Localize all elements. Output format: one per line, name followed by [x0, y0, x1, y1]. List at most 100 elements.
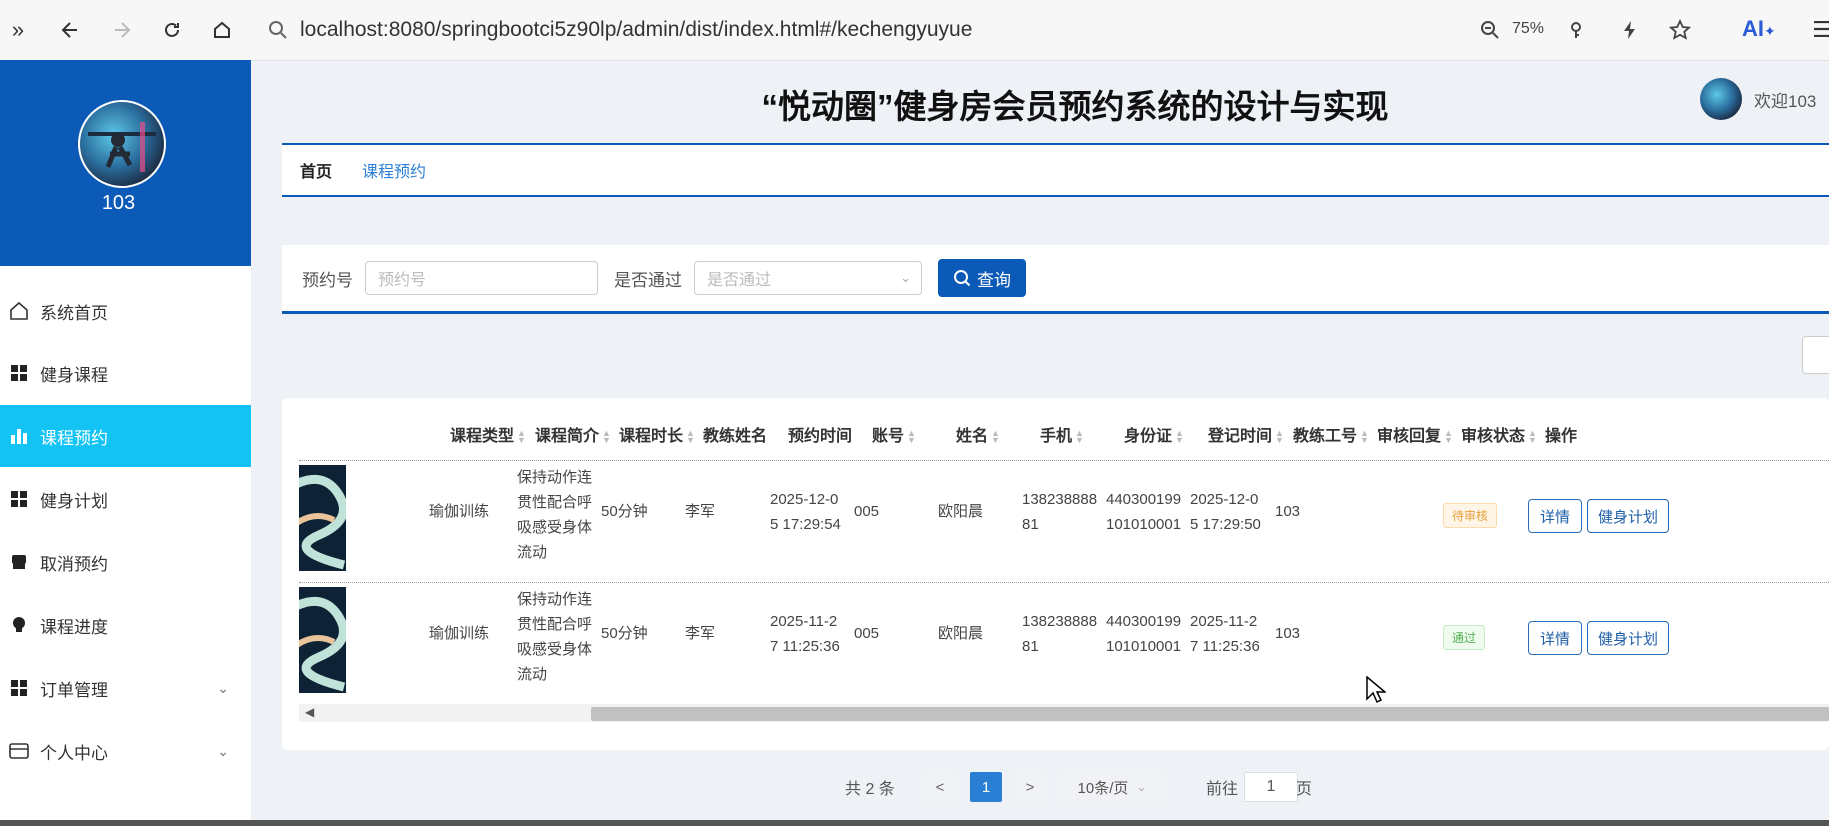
sidebar-username: 103	[101, 192, 136, 214]
column-header-name[interactable]: 姓名 ▲ ▼	[956, 422, 1000, 446]
sidebar-item-booking[interactable]: 课程预约	[0, 405, 251, 467]
scrollbar-thumb[interactable]	[591, 707, 1829, 721]
cell-coach: 李军	[685, 503, 716, 520]
ai-assistant-button[interactable]: AI✦	[1742, 16, 1776, 42]
column-header-actions: 操作	[1545, 428, 1578, 445]
cell-coach: 李军	[685, 625, 716, 642]
detail-button[interactable]: 详情	[1528, 621, 1582, 655]
next-page-button[interactable]: >	[1014, 772, 1046, 802]
cell-coachno: 103	[1275, 503, 1301, 520]
detail-button[interactable]: 详情	[1528, 499, 1582, 533]
grid-icon	[8, 677, 30, 699]
bar-chart-icon	[8, 425, 30, 447]
sidebar-item-progress[interactable]: 课程进度	[0, 594, 251, 656]
home-page-icon[interactable]	[208, 16, 236, 44]
sort-icon: ▲ ▼	[517, 427, 526, 445]
fitness-plan-button[interactable]: 健身计划	[1587, 621, 1669, 655]
search-panel: 预约号 预约号 是否通过 是否通过 ⌄ 查询	[282, 245, 1829, 314]
lightning-icon[interactable]	[1616, 16, 1644, 44]
sidebar-item-orders[interactable]: 订单管理 ⌄	[0, 657, 251, 719]
avatar	[78, 100, 166, 188]
sort-icon: ▲ ▼	[991, 427, 1000, 445]
sort-icon: ▲ ▼	[1360, 427, 1369, 445]
prev-page-button[interactable]: <	[924, 772, 956, 802]
zoom-icon[interactable]	[1476, 16, 1504, 44]
sidebar-item-profile[interactable]: 个人中心 ⌄	[0, 720, 251, 782]
sidebar-item-label: 健身计划	[40, 491, 108, 511]
cell-duration: 50分钟	[601, 503, 648, 520]
goto-page-input[interactable]: 1	[1244, 772, 1298, 802]
column-header-regtime[interactable]: 登记时间 ▲ ▼	[1208, 422, 1284, 446]
pass-status-placeholder: 是否通过	[707, 272, 772, 289]
sidebar-item-home[interactable]: 系统首页	[0, 280, 251, 342]
column-header-intro[interactable]: 课程简介 ▲ ▼	[535, 422, 611, 446]
sort-icon: ▲ ▼	[1175, 427, 1184, 445]
chevron-down-icon: ⌄	[217, 742, 229, 759]
address-bar[interactable]: localhost:8080/springbootci5z90lp/admin/…	[300, 18, 972, 42]
back-icon[interactable]	[56, 16, 84, 44]
scroll-left-icon[interactable]: ◀	[305, 705, 314, 719]
column-header-phone[interactable]: 手机 ▲ ▼	[1040, 422, 1084, 446]
pagination-total: 共 2 条	[845, 781, 895, 798]
table-row: 瑜伽训练 保持动作连 贯性配合呼 吸感受身体 流动 50分钟 李军 2025-12-0…	[299, 460, 1829, 583]
sort-icon: ▲ ▼	[907, 427, 916, 445]
export-button[interactable]	[1802, 336, 1829, 374]
user-welcome[interactable]: 欢迎103	[1700, 78, 1816, 120]
page-size-select[interactable]: 10条/页 ⌄	[1060, 772, 1164, 802]
column-header-type[interactable]: 课程类型 ▲ ▼	[450, 422, 526, 446]
booking-number-input[interactable]: 预约号	[365, 261, 598, 295]
sidebar-toggle-icon[interactable]: »	[4, 16, 32, 44]
cell-idcard: 440300199 101010001	[1106, 613, 1182, 655]
cell-account: 005	[854, 625, 880, 642]
pass-status-select[interactable]: 是否通过 ⌄	[694, 261, 922, 295]
course-image	[299, 465, 346, 571]
grid-icon	[8, 488, 30, 510]
cell-duration: 50分钟	[601, 625, 648, 642]
cell-regtime: 2025-12-0 5 17:29:50	[1190, 491, 1261, 533]
pass-status-label: 是否通过	[614, 270, 682, 290]
cell-name: 欧阳晨	[938, 503, 984, 520]
cell-idcard: 440300199 101010001	[1106, 491, 1182, 533]
column-header-reply[interactable]: 审核回复 ▲ ▼	[1377, 422, 1453, 446]
page-title: “悦动圈”健身房会员预约系统的设计与实现	[761, 88, 1389, 125]
cell-account: 005	[854, 503, 880, 520]
booking-table: 课程类型 ▲ ▼ 课程简介 ▲ ▼ 课程时长 ▲ ▼ 教练姓名 预约时间 账号 ▲ ▼ 姓名 ▲ ▼…	[282, 398, 1829, 750]
sidebar-item-label: 个人中心	[40, 743, 108, 763]
column-header-coachno[interactable]: 教练工号 ▲ ▼	[1293, 422, 1369, 446]
column-header-booktime[interactable]: 预约时间	[788, 422, 852, 446]
column-header-idcard[interactable]: 身份证 ▲ ▼	[1124, 422, 1184, 446]
page-1-button[interactable]: 1	[970, 772, 1002, 802]
menu-icon[interactable]: ☰	[1808, 16, 1829, 44]
browser-toolbar: » localhost:8080/springbootci5z90lp/admi…	[0, 0, 1829, 61]
sidebar-item-plan[interactable]: 健身计划	[0, 468, 251, 530]
mouse-cursor-icon	[1366, 676, 1386, 704]
sort-icon: ▲ ▼	[1275, 427, 1284, 445]
reload-icon[interactable]	[158, 16, 186, 44]
sidebar-item-cancel[interactable]: 取消预约	[0, 531, 251, 593]
column-header-account[interactable]: 账号 ▲ ▼	[872, 422, 916, 446]
column-header-duration[interactable]: 课程时长 ▲ ▼	[619, 422, 695, 446]
column-header-status[interactable]: 审核状态 ▲ ▼	[1461, 422, 1537, 446]
fitness-plan-button[interactable]: 健身计划	[1587, 499, 1669, 533]
forward-icon[interactable]	[108, 16, 136, 44]
bottom-border	[0, 820, 1829, 826]
search-icon	[954, 270, 971, 287]
horizontal-scrollbar[interactable]: ◀	[299, 704, 1829, 722]
breadcrumb-home[interactable]: 首页	[300, 158, 332, 182]
search-icon	[264, 16, 292, 44]
key-icon[interactable]	[1562, 16, 1590, 44]
sort-icon: ▲ ▼	[686, 427, 695, 445]
cell-phone: 138238888 81	[1022, 613, 1098, 655]
query-button[interactable]: 查询	[938, 259, 1026, 297]
column-header-coach[interactable]: 教练姓名	[703, 422, 767, 446]
cell-coachno: 103	[1275, 625, 1301, 642]
bulb-icon	[8, 614, 30, 636]
sidebar-item-courses[interactable]: 健身课程	[0, 342, 251, 404]
sidebar: 103 系统首页 健身课程 课程预约 健身计划 取消预约 课程进度 订单管理 ⌄…	[0, 60, 251, 826]
goto-label: 前往	[1206, 781, 1239, 798]
sidebar-item-label: 系统首页	[40, 303, 108, 323]
query-label: 查询	[977, 270, 1011, 290]
zoom-level: 75%	[1512, 20, 1545, 37]
card-icon	[8, 740, 30, 762]
star-icon[interactable]	[1666, 16, 1694, 44]
